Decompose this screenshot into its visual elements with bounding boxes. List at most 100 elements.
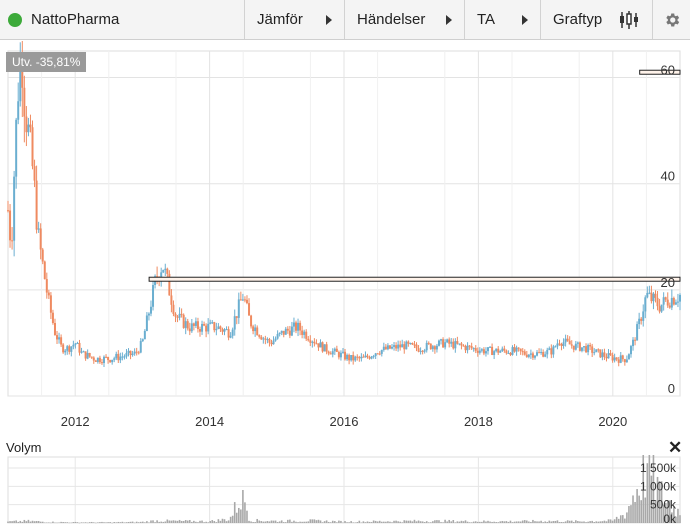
volume-bar — [182, 520, 185, 523]
candle-body — [88, 352, 91, 357]
candle-body — [219, 326, 222, 330]
candle-body — [491, 346, 494, 356]
candle-body — [162, 269, 165, 273]
volume-bar — [246, 510, 248, 523]
volume-bar — [552, 521, 555, 523]
volume-bar — [585, 522, 587, 523]
candle-body — [292, 322, 295, 327]
volume-bar — [483, 520, 485, 523]
instrument-selector[interactable]: NattoPharma — [0, 0, 245, 39]
candle-body — [609, 353, 612, 356]
candle-body — [272, 340, 275, 345]
candle-body — [564, 338, 567, 343]
candle-body — [437, 340, 440, 346]
volume-bar — [248, 520, 250, 523]
candle-body — [37, 228, 40, 230]
volume-bar — [346, 522, 348, 523]
volume-bar — [493, 521, 495, 523]
candle-body — [388, 345, 391, 349]
candle-body — [487, 347, 489, 352]
volume-bar — [407, 520, 410, 523]
volume-bar — [334, 521, 336, 523]
candle-body — [119, 356, 122, 361]
volume-bar — [679, 515, 681, 523]
candle-body — [17, 101, 20, 120]
candle-body — [587, 345, 590, 353]
volume-bar — [507, 521, 510, 523]
volume-bar — [491, 521, 493, 523]
price-chart[interactable]: 60 40 20 0 2012 2014 2016 2018 2020 — [0, 41, 690, 436]
candle-body — [597, 349, 600, 351]
candle-body — [221, 329, 224, 332]
candle-body — [201, 323, 204, 332]
volume-bar — [534, 521, 536, 523]
volume-bar — [570, 520, 573, 523]
ta-button[interactable]: TA — [465, 0, 541, 39]
candle-body — [533, 355, 536, 358]
candle-body — [117, 353, 120, 361]
candle-body — [360, 356, 363, 359]
volume-bar — [193, 520, 195, 523]
volume-bar — [117, 521, 120, 523]
candle-body — [589, 345, 592, 347]
candle-body — [51, 312, 54, 323]
charttype-label: Graftyp — [553, 11, 603, 28]
candle-body — [421, 350, 424, 352]
volume-bar — [299, 521, 301, 523]
settings-button[interactable] — [653, 0, 690, 39]
volume-bar — [521, 520, 524, 523]
volume-bar — [566, 520, 569, 523]
volume-bar — [88, 522, 91, 523]
candle-body — [297, 322, 300, 331]
volume-bar — [362, 521, 365, 523]
volume-bar — [215, 522, 218, 523]
volume-bar — [148, 522, 150, 523]
volume-bar — [383, 521, 385, 523]
volume-bar — [546, 521, 549, 523]
candle-body — [100, 362, 103, 364]
candle-body — [578, 342, 581, 351]
compare-button[interactable]: Jämför — [245, 0, 345, 39]
candle-body — [611, 355, 614, 361]
volume-bar — [303, 521, 305, 523]
candle-body — [70, 346, 73, 352]
candle-body — [509, 352, 512, 355]
candle-body — [599, 349, 602, 358]
candle-body — [642, 311, 645, 321]
volume-bar — [135, 521, 138, 523]
candle-body — [638, 318, 641, 325]
volume-bar — [397, 521, 399, 523]
candle-body — [305, 331, 308, 339]
volume-bar — [466, 521, 469, 523]
volume-bar — [456, 521, 459, 523]
candle-body — [585, 346, 588, 353]
volume-bar — [517, 521, 520, 523]
candle-body — [658, 306, 661, 312]
volume-bar — [48, 522, 50, 523]
candle-body — [223, 329, 226, 332]
candle-body — [346, 354, 349, 360]
volume-label: Volym — [6, 440, 42, 455]
volume-chart[interactable]: 1 500k 1 000k 500k0k — [0, 455, 690, 531]
candle-body — [288, 330, 291, 336]
candle-body — [41, 249, 44, 262]
candle-body — [468, 345, 471, 347]
events-button[interactable]: Händelser — [345, 0, 465, 39]
candle-body — [601, 352, 604, 358]
volume-bar — [97, 522, 99, 523]
candle-body — [536, 352, 539, 356]
candle-body — [268, 339, 271, 343]
volume-bar — [295, 521, 297, 523]
volume-bar — [413, 519, 416, 523]
candle-body — [301, 330, 304, 335]
candle-body — [64, 350, 67, 353]
volume-bar — [258, 520, 261, 523]
candle-body — [43, 261, 46, 280]
volume-bar — [577, 521, 579, 523]
volume-bar — [86, 522, 89, 524]
charttype-button[interactable]: Graftyp — [541, 0, 653, 39]
candle-body — [580, 347, 583, 351]
candle-body — [372, 356, 375, 358]
volume-bar — [632, 495, 634, 523]
volume-bar — [626, 512, 628, 523]
